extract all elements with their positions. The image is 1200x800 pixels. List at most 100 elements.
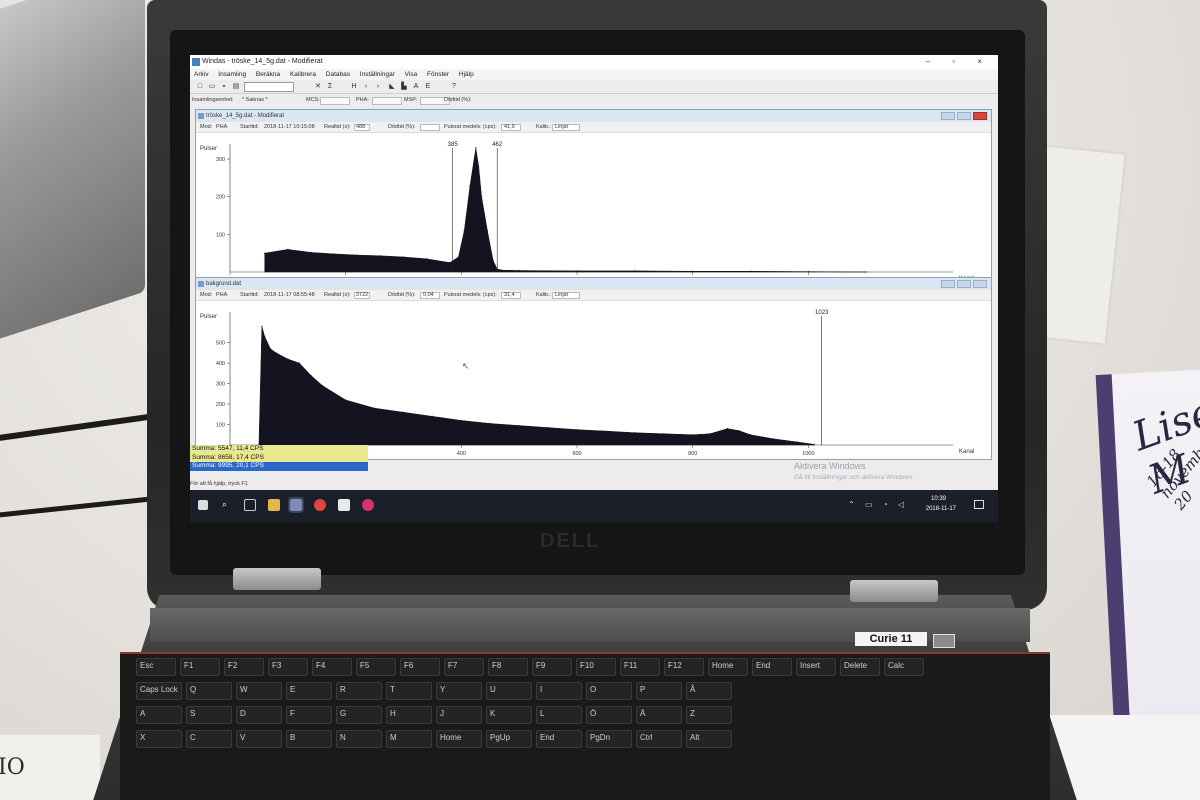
open-folder-icon[interactable]: ▭ <box>208 83 216 91</box>
keyboard-key[interactable]: F6 <box>400 658 440 676</box>
keyboard-key[interactable]: U <box>486 682 532 700</box>
keyboard-key[interactable]: F7 <box>444 658 484 676</box>
keyboard-key[interactable]: Calc <box>884 658 924 676</box>
clock-date[interactable]: 2018-11-17 <box>926 506 956 512</box>
summary-row-selected[interactable]: Summa: 9995, 20,1 CPS <box>190 462 368 471</box>
maximize-button[interactable] <box>957 112 971 120</box>
search-icon[interactable]: ⌕ <box>222 499 234 511</box>
keyboard-key[interactable]: F2 <box>224 658 264 676</box>
keyboard-key[interactable]: M <box>386 730 432 748</box>
help-icon[interactable]: ? <box>450 83 458 91</box>
keyboard-key[interactable]: N <box>336 730 382 748</box>
close-button[interactable] <box>973 112 987 120</box>
keyboard-key[interactable]: V <box>236 730 282 748</box>
clock-time[interactable]: 10:39 <box>931 496 946 502</box>
close-icon[interactable]: ✕ <box>314 83 322 91</box>
keyboard-key[interactable]: Home <box>708 658 748 676</box>
keyboard-key[interactable]: C <box>186 730 232 748</box>
new-file-icon[interactable]: □ <box>196 83 204 91</box>
keyboard-key[interactable]: F12 <box>664 658 704 676</box>
keyboard-key[interactable]: P <box>636 682 682 700</box>
keyboard-key[interactable]: Home <box>436 730 482 748</box>
keyboard-key[interactable]: Q <box>186 682 232 700</box>
maximize-button[interactable] <box>957 280 971 288</box>
keyboard-key[interactable]: Ctrl <box>636 730 682 748</box>
keyboard-key[interactable]: H <box>386 706 432 724</box>
keyboard-key[interactable]: F5 <box>356 658 396 676</box>
h-icon[interactable]: H <box>350 83 358 91</box>
keyboard-key[interactable]: PgDn <box>586 730 632 748</box>
keyboard-key[interactable]: F1 <box>180 658 220 676</box>
spectrum-icon[interactable]: ◣ <box>388 83 396 91</box>
keyboard-key[interactable]: Alt <box>686 730 732 748</box>
menu-item[interactable]: Hjälp <box>459 71 474 78</box>
keyboard-key[interactable]: A <box>136 706 182 724</box>
keyboard-key[interactable]: F9 <box>532 658 572 676</box>
notification-icon[interactable] <box>974 500 984 509</box>
print-icon[interactable]: ▤ <box>232 83 240 91</box>
task-view-icon[interactable] <box>244 499 256 511</box>
minimize-button[interactable] <box>941 112 955 120</box>
keyboard-key[interactable]: Y <box>436 682 482 700</box>
menu-item[interactable]: Databas <box>326 71 350 78</box>
keyboard-key[interactable]: K <box>486 706 532 724</box>
arrow-left-icon[interactable]: ‹ <box>362 83 370 91</box>
browser-icon[interactable] <box>314 499 326 511</box>
minimize-button[interactable] <box>941 280 955 288</box>
arrow-right-icon[interactable]: › <box>374 83 382 91</box>
keyboard-key[interactable]: W <box>236 682 282 700</box>
menu-item[interactable]: Visa <box>405 71 418 78</box>
close-button[interactable] <box>973 280 987 288</box>
save-icon[interactable]: ▪ <box>220 83 228 91</box>
keyboard-key[interactable]: Delete <box>840 658 880 676</box>
keyboard-key[interactable]: F3 <box>268 658 308 676</box>
keyboard-key[interactable]: T <box>386 682 432 700</box>
keyboard-key[interactable]: Z <box>686 706 732 724</box>
keyboard-key[interactable]: F <box>286 706 332 724</box>
keyboard-key[interactable]: F8 <box>488 658 528 676</box>
keyboard-key[interactable]: E <box>286 682 332 700</box>
keyboard-key[interactable]: Å <box>686 682 732 700</box>
keyboard-key[interactable]: End <box>752 658 792 676</box>
keyboard-key[interactable]: F10 <box>576 658 616 676</box>
keyboard-key[interactable]: O <box>586 682 632 700</box>
file-explorer-icon[interactable] <box>268 499 280 511</box>
menu-item[interactable]: Kalibrera <box>290 71 316 78</box>
windows-start-icon[interactable] <box>198 500 208 510</box>
keyboard-key[interactable]: Insert <box>796 658 836 676</box>
keyboard-key[interactable]: End <box>536 730 582 748</box>
keyboard-key[interactable]: R <box>336 682 382 700</box>
menu-item[interactable]: Inställningar <box>360 71 395 78</box>
keyboard-key[interactable]: G <box>336 706 382 724</box>
keyboard-key[interactable]: L <box>536 706 582 724</box>
menu-item[interactable]: Beräkna <box>256 71 280 78</box>
keyboard-key[interactable]: Ä <box>636 706 682 724</box>
system-tray-icons[interactable]: ⌃ ▭ ◔ ◁ <box>848 500 908 509</box>
menu-item[interactable]: Insamling <box>218 71 246 78</box>
keyboard-key[interactable]: Esc <box>136 658 176 676</box>
keyboard-key[interactable]: F4 <box>312 658 352 676</box>
chart-icon[interactable]: ▙ <box>400 83 408 91</box>
summary-row[interactable]: Summa: 5547, 11,4 CPS <box>190 445 368 454</box>
window-controls[interactable]: – ▫ × <box>926 55 992 69</box>
menu-item[interactable]: Fönster <box>427 71 449 78</box>
keyboard-key[interactable]: B <box>286 730 332 748</box>
summary-list[interactable]: Summa: 5547, 11,4 CPS Summa: 8658, 17,4 … <box>190 445 368 471</box>
area-icon[interactable]: A <box>412 83 420 91</box>
sum-icon[interactable]: Σ <box>326 83 334 91</box>
spectrum-chart-sample[interactable]: PulserKanal10020030002004006008001000385… <box>196 134 993 286</box>
toolbar-dropdown[interactable] <box>244 82 294 92</box>
keyboard-key[interactable]: J <box>436 706 482 724</box>
keyboard-key[interactable]: F11 <box>620 658 660 676</box>
app-icon[interactable] <box>362 499 374 511</box>
summary-row[interactable]: Summa: 8658, 17,4 CPS <box>190 453 368 462</box>
app-icon[interactable] <box>338 499 350 511</box>
spectrum-chart-background[interactable]: PulserKanal10020030040050002004006008001… <box>196 302 993 459</box>
keyboard-key[interactable]: Caps Lock <box>136 682 182 700</box>
windas-app-icon[interactable] <box>288 497 304 513</box>
keyboard-key[interactable]: I <box>536 682 582 700</box>
energy-icon[interactable]: E <box>424 83 432 91</box>
keyboard-key[interactable]: PgUp <box>486 730 532 748</box>
keyboard-key[interactable]: S <box>186 706 232 724</box>
keyboard-key[interactable]: Ö <box>586 706 632 724</box>
